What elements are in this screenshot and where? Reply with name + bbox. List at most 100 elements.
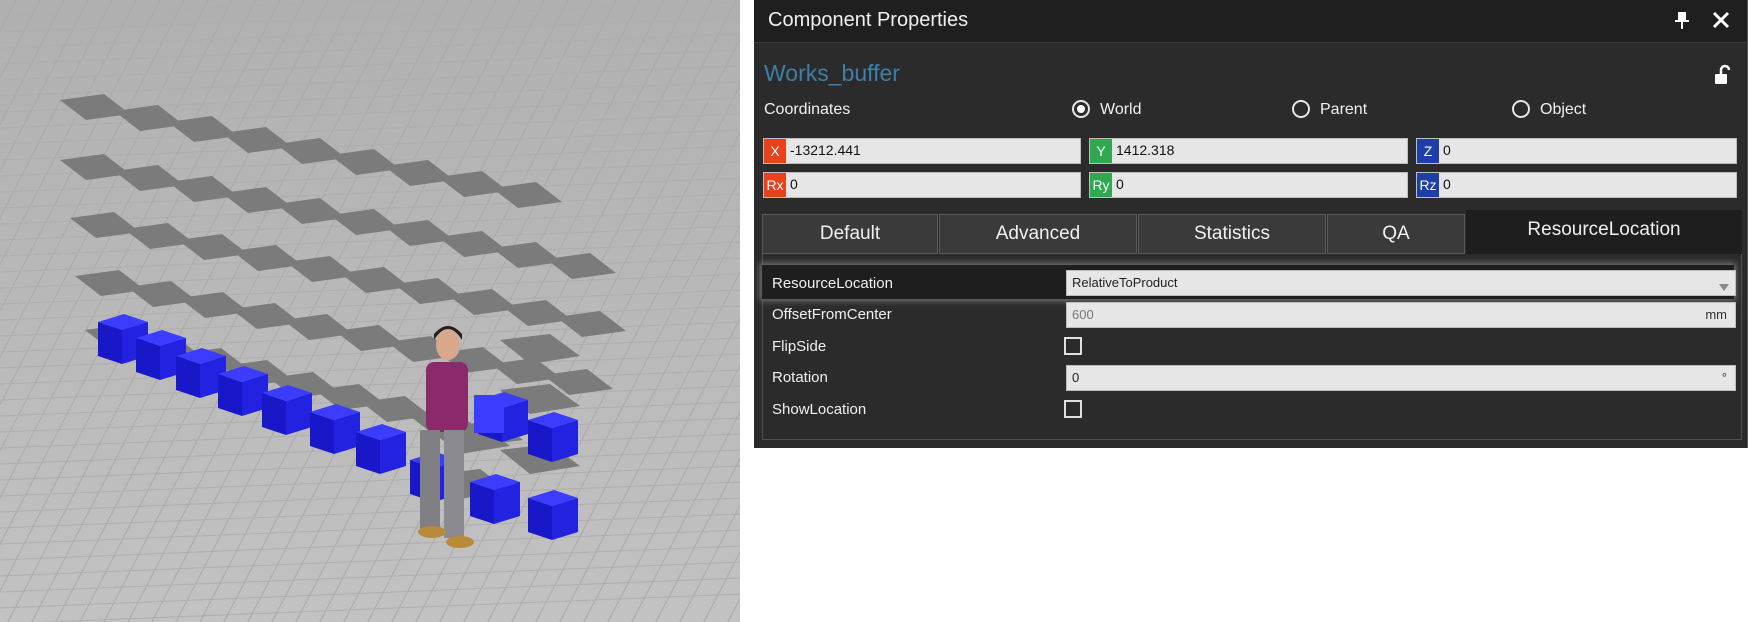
- pin-icon[interactable]: [1671, 9, 1693, 31]
- floor-tile: [394, 278, 464, 304]
- floor-tile: [556, 311, 626, 337]
- y-field[interactable]: Y 1412.318: [1089, 138, 1408, 164]
- y-axis-tag: Y: [1090, 139, 1112, 163]
- floor-grid-line: [0, 1, 740, 33]
- panel-title: Component Properties: [768, 9, 969, 31]
- offset-from-center-label: OffsetFromCenter: [772, 306, 892, 323]
- ry-axis-tag: Ry: [1090, 173, 1112, 197]
- floor-tile: [70, 212, 140, 238]
- panel-header: Component Properties: [754, 0, 1747, 43]
- floor-grid-line: [0, 0, 41, 79]
- tab-bar: Default Advanced Statistics QA ResourceL…: [762, 210, 1742, 254]
- floor-tile: [60, 154, 130, 180]
- floor-tile: [546, 253, 616, 279]
- floor-tile: [114, 105, 184, 131]
- floor-grid-line: [559, 271, 740, 622]
- radio-world-label: World: [1100, 101, 1142, 118]
- resource-location-label: ResourceLocation: [772, 275, 893, 292]
- floor-tile: [438, 171, 508, 197]
- floor-grid-line: [0, 529, 740, 561]
- floor-grid-line: [0, 0, 185, 359]
- radio-parent-indicator[interactable]: [1292, 100, 1310, 118]
- coordinates-label: Coordinates: [764, 101, 851, 118]
- floor-grid-line: [127, 0, 449, 622]
- floor-grid-line: [0, 17, 740, 49]
- floor-grid-line: [703, 550, 740, 622]
- x-value[interactable]: -13212.441: [790, 142, 861, 158]
- show-location-label: ShowLocation: [772, 401, 867, 418]
- offset-from-center-input[interactable]: 600 mm: [1066, 302, 1736, 328]
- floor-tile: [60, 94, 130, 120]
- resource-location-value: RelativeToProduct: [1072, 275, 1178, 290]
- floor-grid-line: [0, 561, 740, 593]
- floor-tile: [492, 242, 562, 268]
- floor-tile: [340, 267, 410, 293]
- tab-default[interactable]: Default: [762, 214, 938, 254]
- floor-grid-line: [727, 597, 740, 622]
- floor-tile: [384, 160, 454, 186]
- 3d-viewport[interactable]: [0, 0, 740, 622]
- floor-grid-line: [679, 504, 740, 622]
- show-location-checkbox[interactable]: [1064, 400, 1082, 418]
- y-value[interactable]: 1412.318: [1116, 142, 1174, 158]
- worker-torso: [426, 362, 468, 432]
- rotation-input[interactable]: 0 °: [1066, 365, 1736, 391]
- floor-tile: [330, 209, 400, 235]
- floor-tile: [222, 127, 292, 153]
- floor-tile: [168, 116, 238, 142]
- floor-tile: [178, 234, 248, 260]
- worker-leg: [420, 430, 440, 530]
- rz-value[interactable]: 0: [1443, 176, 1451, 192]
- floor-tile: [500, 334, 580, 364]
- radio-object-label: Object: [1540, 101, 1587, 118]
- flip-side-label: FlipSide: [772, 338, 827, 355]
- floor-tile: [448, 289, 518, 315]
- floor-grid-line: [0, 481, 740, 513]
- tab-resourcelocation[interactable]: ResourceLocation: [1466, 210, 1742, 254]
- floor-grid-line: [0, 577, 740, 609]
- z-field[interactable]: Z 0: [1416, 138, 1737, 164]
- component-name[interactable]: Works_buffer: [764, 60, 900, 87]
- floor-tile: [232, 245, 302, 271]
- radio-world-indicator[interactable]: [1072, 100, 1090, 118]
- tab-advanced[interactable]: Advanced: [939, 214, 1137, 254]
- flip-side-checkbox[interactable]: [1064, 337, 1082, 355]
- rotation-unit: °: [1721, 370, 1727, 385]
- radio-object-indicator[interactable]: [1512, 100, 1530, 118]
- floor-tile: [124, 223, 194, 249]
- tab-statistics[interactable]: Statistics: [1138, 214, 1326, 254]
- radio-parent-label: Parent: [1320, 101, 1368, 118]
- floor-tile: [222, 187, 292, 213]
- floor-grid-line: [0, 497, 740, 529]
- ry-value[interactable]: 0: [1116, 176, 1124, 192]
- rotation-label: Rotation: [772, 369, 828, 386]
- x-field[interactable]: X -13212.441: [763, 138, 1081, 164]
- floor-grid-line: [0, 113, 740, 145]
- x-axis-tag: X: [764, 139, 786, 163]
- tab-qa[interactable]: QA: [1327, 214, 1465, 254]
- offset-from-center-value: 600: [1072, 307, 1094, 322]
- rx-axis-tag: Rx: [764, 173, 786, 197]
- unlock-icon[interactable]: [1712, 64, 1734, 86]
- rx-value[interactable]: 0: [790, 176, 798, 192]
- carried-box: [474, 395, 504, 433]
- component-properties-panel: Component Properties Works_buffer Coordi…: [754, 0, 1748, 448]
- floor-tile: [330, 149, 400, 175]
- worker-shoe: [418, 526, 446, 538]
- resource-location-dropdown[interactable]: RelativeToProduct: [1066, 270, 1736, 296]
- offset-unit: mm: [1705, 307, 1727, 322]
- worker-leg: [444, 430, 464, 538]
- worker-shoe: [446, 536, 474, 548]
- scene-canvas[interactable]: [0, 0, 740, 622]
- z-value[interactable]: 0: [1443, 142, 1451, 158]
- rx-field[interactable]: Rx 0: [763, 172, 1081, 198]
- close-icon[interactable]: [1710, 9, 1732, 31]
- floor-grid-line: [0, 65, 740, 97]
- rz-field[interactable]: Rz 0: [1416, 172, 1737, 198]
- floor-grid-line: [463, 84, 740, 622]
- chevron-down-icon[interactable]: [1719, 279, 1729, 297]
- rz-axis-tag: Rz: [1417, 173, 1439, 197]
- ry-field[interactable]: Ry 0: [1089, 172, 1408, 198]
- floor-grid-line: [0, 513, 740, 545]
- floor-grid-line: [655, 457, 740, 622]
